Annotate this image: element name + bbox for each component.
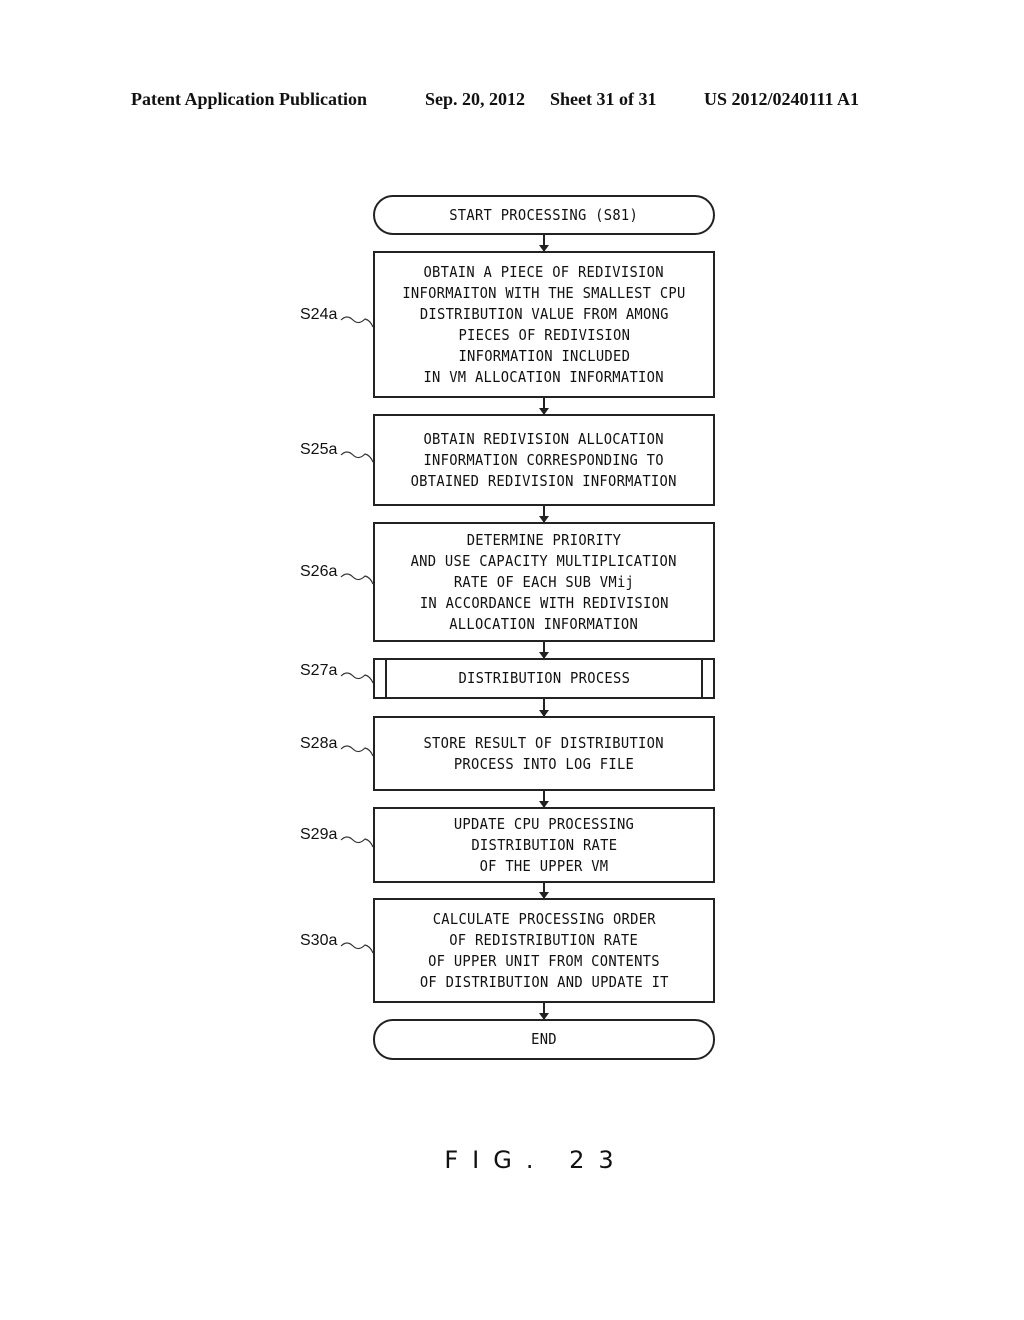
step-s25a-box: OBTAIN REDIVISION ALLOCATION INFORMATION … — [373, 414, 715, 506]
step-id: S29a — [300, 826, 338, 843]
step-text-line: AND USE CAPACITY MULTIPLICATION — [410, 551, 678, 570]
leader-line-icon — [340, 744, 374, 756]
flow-arrow — [539, 791, 549, 808]
step-s29a-box: UPDATE CPU PROCESSING DISTRIBUTION RATE OF… — [373, 807, 715, 883]
step-text-line: OF DISTRIBUTION AND UPDATE IT — [419, 972, 669, 991]
step-text-line: OF THE UPPER VM — [479, 856, 609, 875]
patent-number: US 2012/0240111 A1 — [704, 89, 860, 109]
step-label: S24a — [300, 305, 374, 327]
step-id: S28a — [300, 734, 338, 752]
flow-arrow — [539, 1003, 549, 1020]
step-text-line: ALLOCATION INFORMATION — [449, 614, 639, 633]
step-text-line: CALCULATE PROCESSING ORDER — [432, 909, 656, 928]
step-id: S26a — [300, 563, 338, 580]
step-text-line: DISTRIBUTION PROCESS — [458, 669, 630, 687]
figure-caption: FIG. 23 — [444, 1146, 628, 1174]
leader-line-icon — [340, 672, 374, 684]
patent-header: Patent Application Publication Sep. 20, … — [0, 89, 1024, 113]
step-id: S27a — [300, 662, 338, 679]
step-text-line: UPDATE CPU PROCESSING — [453, 814, 635, 833]
flow-arrow — [539, 642, 549, 659]
step-text-line: INFORMATION CORRESPONDING TO — [423, 450, 665, 469]
step-label: S25a — [300, 441, 374, 463]
leader-line-icon — [340, 941, 374, 953]
flow-arrow — [539, 398, 549, 415]
step-text-line: PIECES OF REDIVISION — [458, 325, 630, 344]
step-id: S25a — [300, 441, 338, 458]
step-text-line: INFORMATION INCLUDED — [458, 346, 630, 365]
flow-arrow — [539, 506, 549, 523]
step-text-line: OBTAIN A PIECE OF REDIVISION — [423, 262, 665, 281]
step-text-line: RATE OF EACH SUB VMij — [453, 572, 635, 591]
flow-arrow — [539, 235, 549, 252]
step-text-line: OBTAINED REDIVISION INFORMATION — [410, 471, 678, 490]
step-text-line: DETERMINE PRIORITY — [466, 530, 622, 549]
step-label: S28a — [300, 734, 374, 756]
sheet-number: Sheet 31 of 31 — [550, 89, 657, 109]
leader-line-icon — [340, 573, 374, 585]
step-text-line: OF UPPER UNIT FROM CONTENTS — [428, 951, 660, 970]
start-terminal-box: START PROCESSING (S81) — [373, 195, 715, 235]
step-text-line: OF REDISTRIBUTION RATE — [449, 930, 639, 949]
step-s26a-box: DETERMINE PRIORITY AND USE CAPACITY MULTI… — [373, 522, 715, 642]
step-label: S26a — [300, 563, 374, 585]
step-label: S30a — [300, 931, 374, 953]
step-text-line: STORE RESULT OF DISTRIBUTION — [423, 733, 665, 752]
step-text-line: INFORMAITON WITH THE SMALLEST CPU — [402, 283, 686, 302]
end-terminal-box: END — [373, 1019, 715, 1060]
step-id: S24a — [300, 305, 338, 323]
step-text-line: DISTRIBUTION VALUE FROM AMONG — [419, 304, 669, 323]
flow-arrow — [539, 699, 549, 717]
flow-arrow — [539, 883, 549, 899]
step-text-line: PROCESS INTO LOG FILE — [453, 754, 635, 773]
leader-line-icon — [340, 315, 374, 327]
step-text-line: IN VM ALLOCATION INFORMATION — [423, 367, 665, 386]
step-s24a-box: OBTAIN A PIECE OF REDIVISION INFORMAITON … — [373, 251, 715, 398]
step-label: S27a — [300, 662, 374, 684]
publication-date: Sep. 20, 2012 — [425, 89, 526, 109]
leader-line-icon — [340, 451, 374, 463]
leader-line-icon — [340, 836, 374, 848]
step-text-line: IN ACCORDANCE WITH REDIVISION — [419, 593, 669, 612]
step-s30a-box: CALCULATE PROCESSING ORDER OF REDISTRIBUT… — [373, 898, 715, 1003]
step-label: S29a — [300, 826, 374, 848]
step-text-line: START PROCESSING (S81) — [449, 205, 639, 224]
step-id: S30a — [300, 931, 338, 949]
step-s27a-box: DISTRIBUTION PROCESS — [373, 658, 715, 699]
publication-title: Patent Application Publication — [131, 89, 368, 109]
step-text-line: DISTRIBUTION RATE — [471, 835, 617, 854]
step-text-line: END — [531, 1030, 557, 1048]
step-s28a-box: STORE RESULT OF DISTRIBUTION PROCESS INTO… — [373, 716, 715, 791]
step-text-line: OBTAIN REDIVISION ALLOCATION — [423, 429, 665, 448]
